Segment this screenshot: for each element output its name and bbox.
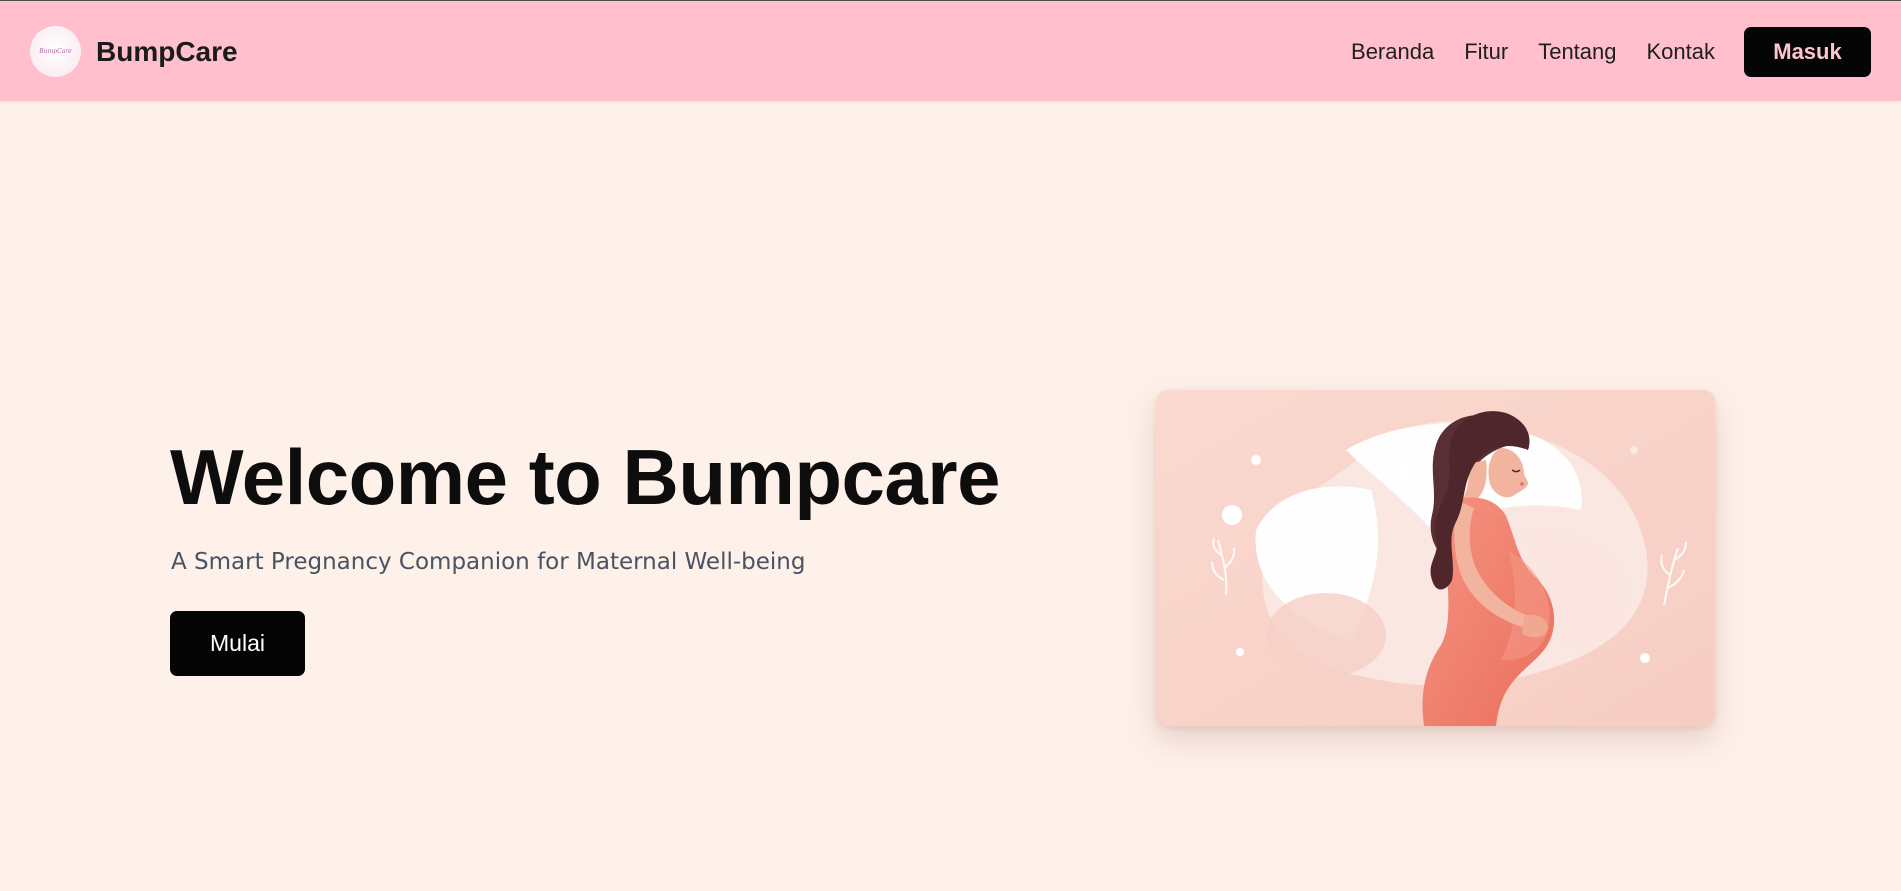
nav-links: Beranda Fitur Tentang Kontak — [1351, 39, 1715, 65]
bumpcare-logo-icon[interactable]: BumpCare — [30, 26, 81, 77]
hero-image-card — [1156, 390, 1715, 726]
start-button[interactable]: Mulai — [170, 611, 305, 676]
login-button[interactable]: Masuk — [1744, 27, 1871, 77]
logo-text: BumpCare — [39, 48, 72, 55]
nav-link-fitur[interactable]: Fitur — [1464, 39, 1508, 65]
pregnant-woman-illustration — [1156, 390, 1715, 726]
nav-link-beranda[interactable]: Beranda — [1351, 39, 1434, 65]
nav-link-kontak[interactable]: Kontak — [1647, 39, 1716, 65]
brand[interactable]: BumpCare BumpCare — [30, 26, 238, 77]
hero-subtitle: A Smart Pregnancy Companion for Maternal… — [171, 549, 806, 575]
navbar: BumpCare BumpCare Beranda Fitur Tentang … — [0, 0, 1901, 101]
hero-title: Welcome to Bumpcare — [170, 433, 1000, 521]
nav-link-tentang[interactable]: Tentang — [1538, 39, 1616, 65]
brand-name[interactable]: BumpCare — [96, 36, 238, 68]
